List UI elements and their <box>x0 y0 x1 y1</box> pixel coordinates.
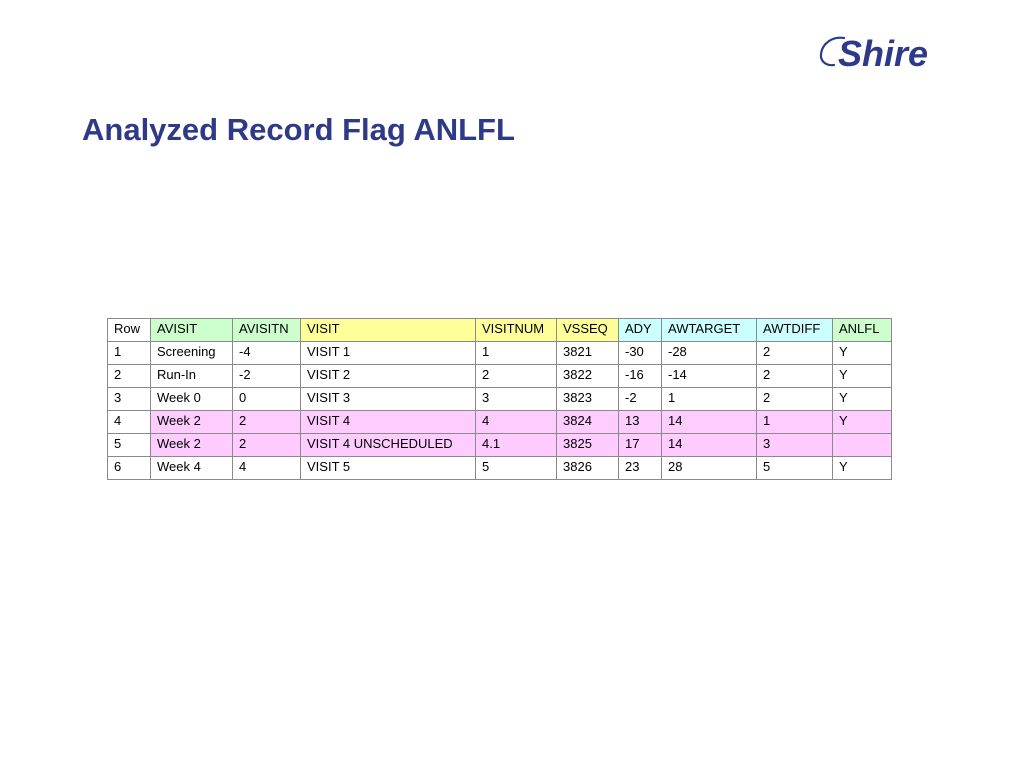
table-row-highlighted: 5 Week 2 2 VISIT 4 UNSCHEDULED 4.1 3825 … <box>107 433 892 457</box>
cell-awtarget: 28 <box>661 456 757 480</box>
cell-vsseq: 3823 <box>556 387 619 411</box>
cell-avisit: Week 0 <box>150 387 233 411</box>
cell-awtarget: 14 <box>661 433 757 457</box>
cell-awtdiff: 5 <box>756 456 833 480</box>
table-row: 6 Week 4 4 VISIT 5 5 3826 23 28 5 Y <box>107 456 892 480</box>
cell-visitnum: 2 <box>475 364 557 388</box>
cell-visit: VISIT 1 <box>300 341 476 365</box>
header-awtdiff: AWTDIFF <box>756 318 833 342</box>
cell-vsseq: 3826 <box>556 456 619 480</box>
cell-visit: VISIT 3 <box>300 387 476 411</box>
cell-vsseq: 3825 <box>556 433 619 457</box>
cell-vsseq: 3821 <box>556 341 619 365</box>
table-header-row: Row AVISIT AVISITN VISIT VISITNUM VSSEQ … <box>107 318 892 342</box>
cell-awtdiff: 2 <box>756 364 833 388</box>
cell-ady: -2 <box>618 387 662 411</box>
cell-visitnum: 4.1 <box>475 433 557 457</box>
anlfl-table: Row AVISIT AVISITN VISIT VISITNUM VSSEQ … <box>107 318 892 480</box>
table-row: 3 Week 0 0 VISIT 3 3 3823 -2 1 2 Y <box>107 387 892 411</box>
header-avisit: AVISIT <box>150 318 233 342</box>
cell-anlfl: Y <box>832 456 892 480</box>
header-avisitn: AVISITN <box>232 318 301 342</box>
cell-awtdiff: 2 <box>756 341 833 365</box>
cell-vsseq: 3822 <box>556 364 619 388</box>
cell-anlfl: Y <box>832 410 892 434</box>
cell-avisitn: 4 <box>232 456 301 480</box>
cell-avisitn: 2 <box>232 410 301 434</box>
cell-anlfl: Y <box>832 364 892 388</box>
table-row: 1 Screening -4 VISIT 1 1 3821 -30 -28 2 … <box>107 341 892 365</box>
cell-row: 2 <box>107 364 151 388</box>
cell-anlfl <box>832 433 892 457</box>
cell-visit: VISIT 2 <box>300 364 476 388</box>
page-title: Analyzed Record Flag ANLFL <box>82 112 515 147</box>
cell-awtdiff: 2 <box>756 387 833 411</box>
cell-ady: -30 <box>618 341 662 365</box>
shire-logo-mark: Shire <box>819 33 928 74</box>
cell-ady: -16 <box>618 364 662 388</box>
cell-avisitn: -4 <box>232 341 301 365</box>
header-anlfl: ANLFL <box>832 318 892 342</box>
cell-visit: VISIT 4 <box>300 410 476 434</box>
header-row: Row <box>107 318 151 342</box>
cell-row: 1 <box>107 341 151 365</box>
cell-visitnum: 5 <box>475 456 557 480</box>
cell-awtarget: -28 <box>661 341 757 365</box>
cell-awtarget: 14 <box>661 410 757 434</box>
cell-row: 5 <box>107 433 151 457</box>
shire-logo: Shire <box>818 30 950 74</box>
cell-ady: 17 <box>618 433 662 457</box>
cell-anlfl: Y <box>832 341 892 365</box>
header-vsseq: VSSEQ <box>556 318 619 342</box>
cell-vsseq: 3824 <box>556 410 619 434</box>
cell-row: 3 <box>107 387 151 411</box>
cell-avisit: Week 2 <box>150 410 233 434</box>
logo-text: Shire <box>838 33 928 74</box>
cell-row: 4 <box>107 410 151 434</box>
cell-visitnum: 1 <box>475 341 557 365</box>
cell-anlfl: Y <box>832 387 892 411</box>
cell-avisit: Screening <box>150 341 233 365</box>
cell-avisit: Week 2 <box>150 433 233 457</box>
header-visit: VISIT <box>300 318 476 342</box>
header-awtarget: AWTARGET <box>661 318 757 342</box>
header-visitnum: VISITNUM <box>475 318 557 342</box>
cell-visitnum: 3 <box>475 387 557 411</box>
cell-visit: VISIT 4 UNSCHEDULED <box>300 433 476 457</box>
table-row-highlighted: 4 Week 2 2 VISIT 4 4 3824 13 14 1 Y <box>107 410 892 434</box>
cell-avisit: Run-In <box>150 364 233 388</box>
cell-ady: 23 <box>618 456 662 480</box>
cell-visitnum: 4 <box>475 410 557 434</box>
cell-awtarget: 1 <box>661 387 757 411</box>
header-ady: ADY <box>618 318 662 342</box>
cell-row: 6 <box>107 456 151 480</box>
cell-awtdiff: 1 <box>756 410 833 434</box>
cell-ady: 13 <box>618 410 662 434</box>
cell-visit: VISIT 5 <box>300 456 476 480</box>
cell-avisitn: 0 <box>232 387 301 411</box>
cell-awtarget: -14 <box>661 364 757 388</box>
cell-awtdiff: 3 <box>756 433 833 457</box>
table-row: 2 Run-In -2 VISIT 2 2 3822 -16 -14 2 Y <box>107 364 892 388</box>
cell-avisitn: -2 <box>232 364 301 388</box>
cell-avisit: Week 4 <box>150 456 233 480</box>
cell-avisitn: 2 <box>232 433 301 457</box>
